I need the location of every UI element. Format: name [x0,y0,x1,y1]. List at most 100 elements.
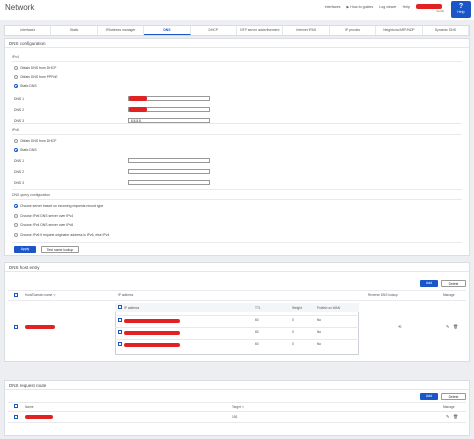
host-row-checkbox[interactable] [14,325,18,329]
apply-button[interactable]: Apply [14,246,36,253]
divider [115,327,359,328]
ipv6-heading: IPv6 [12,128,20,132]
interfaces-link[interactable]: Interfaces [325,5,341,9]
radio-button[interactable] [14,213,18,218]
route-name-cell[interactable] [25,415,53,420]
radio-button[interactable] [14,75,18,79]
ip-row-checkbox[interactable] [118,342,122,346]
dns-query-option[interactable]: Choose server based on incoming requests… [14,204,103,208]
test-name-lookup-button[interactable]: Test name lookup [41,246,79,253]
host-name-redacted [25,325,55,330]
route-add-button[interactable]: Add [420,393,438,400]
tab-ipaddress-manager[interactable]: IPAddress manager [98,26,145,35]
sub-ip-header: IP address [124,306,140,310]
tab-dynamic-dns[interactable]: Dynamic DNS [423,26,470,35]
delete-icon[interactable]: 🗑 [453,324,458,329]
tab-static[interactable]: Static [51,26,98,35]
divider [12,199,462,200]
ipv6-dns-option-label: Static DNS [20,148,37,152]
radio-button[interactable] [14,139,18,143]
select-all-ips-checkbox[interactable] [118,305,122,309]
tab-neighbors-arp-ndp[interactable]: Neighbors/ARP/NDP [376,26,423,35]
tab-ntp-server-advertisement[interactable]: NTP server advertisement [237,26,284,35]
help-icon: ? [458,3,464,10]
sort-icon: ▽ [241,405,245,409]
edit-icon[interactable]: ✎ [446,324,449,329]
host-add-button[interactable]: Add [420,280,438,287]
dns-query-option[interactable]: Choose IPv6 if request originator addres… [14,232,109,237]
ip-row-checkbox[interactable] [118,318,122,322]
help-link[interactable]: Help [403,5,410,9]
radio-button[interactable] [14,223,18,227]
weight-cell: 0 [292,342,294,346]
radio-button[interactable] [14,84,18,88]
page-title: Network [5,3,35,12]
ipv4-dns-option-label: Obtain DNS from PPPoE [20,75,58,79]
ipv4-dns-option[interactable]: Static DNS [14,84,37,88]
ipv4-dns-label: DNS 1 [14,97,24,101]
divider [115,315,359,316]
ipv6-dns-option-label: Obtain DNS from DHCP [20,139,57,143]
sub-weight-header: Weight [292,306,302,310]
route-delete-button[interactable]: Delete [441,393,466,400]
ipv6-dns-1-field[interactable] [128,158,210,163]
manage-column-header: Manage [443,293,455,297]
publish-cell: No [317,318,322,322]
dns-configuration-title: DNS configuration [5,39,469,48]
publish-cell: No [317,342,322,346]
log-viewer-link[interactable]: Log viewer [379,5,396,9]
tab-dhcp[interactable]: DHCP [191,26,238,35]
radio-button[interactable] [14,232,18,237]
dns-query-option[interactable]: Choose IPv4 DNS server over IPv6 [14,223,73,227]
dns-request-route-title: DNS request route [5,381,469,390]
ip-address-redacted [124,342,180,347]
ipv6-dns-2-field[interactable] [128,169,210,174]
ipv6-dns-3-field[interactable] [128,180,210,185]
help-button[interactable]: ? Help [451,1,471,18]
route-row-checkbox[interactable] [14,415,18,419]
dns-query-option[interactable]: Choose IPv6 DNS server over IPv4 [14,213,74,218]
radio-button[interactable] [14,148,18,152]
redacted-value [129,107,147,112]
toggle-icon[interactable]: ⟲ [398,324,401,329]
tab-interfaces[interactable]: Interfaces [5,26,52,35]
divider [12,61,462,62]
tab-internet-ipas[interactable]: Internet IPAS [283,26,330,35]
ipv4-dns-option[interactable]: Obtain DNS from DHCP [14,66,56,70]
delete-icon[interactable]: 🗑 [453,414,458,419]
divider [12,134,462,135]
ip-row-checkbox[interactable] [118,330,122,334]
tab-ip-proxies[interactable]: IP proxies [330,26,377,35]
ttl-cell: 60 [255,318,259,322]
ipv4-dns-option-label: Static DNS [20,84,37,88]
route-target-cell: 192. [232,415,239,419]
divider [8,290,466,291]
host-name-cell[interactable] [25,325,55,330]
dns-host-entry-title: DNS host entry [5,263,469,272]
host-domain-column-header[interactable]: Host/Domain name ▽ [25,293,56,297]
route-target-column-header[interactable]: Target ▽ [232,405,244,409]
ip-address-redacted [124,318,180,323]
host-delete-button[interactable]: Delete [441,280,466,287]
ipv6-dns-option[interactable]: Static DNS [14,148,37,152]
dns-query-option-label: Choose IPv6 DNS server over IPv4 [20,213,74,218]
divider [115,339,359,340]
divider [12,242,462,243]
ipv6-dns-label: DNS 3 [14,181,24,185]
select-all-hosts-checkbox[interactable] [14,293,18,297]
ipv6-dns-option[interactable]: Obtain DNS from DHCP [14,139,56,143]
ipv4-heading: IPv4 [12,55,20,59]
tab-dns[interactable]: DNS [144,26,191,35]
weight-cell: 0 [292,330,294,334]
sub-publish-header: Publish on WAN [317,306,341,310]
how-to-guides-link[interactable]: ▶ How-to guides [346,5,373,9]
ipv4-dns-label: DNS 2 [14,108,24,112]
ttl-cell: 60 [255,342,259,346]
radio-button[interactable] [14,66,18,70]
select-all-routes-checkbox[interactable] [14,404,18,408]
divider [8,422,466,423]
radio-button[interactable] [14,204,18,208]
edit-icon[interactable]: ✎ [446,414,449,419]
ipv4-dns-option[interactable]: Obtain DNS from PPPoE [14,75,58,79]
ip-address-column-header: IP address [118,293,134,297]
